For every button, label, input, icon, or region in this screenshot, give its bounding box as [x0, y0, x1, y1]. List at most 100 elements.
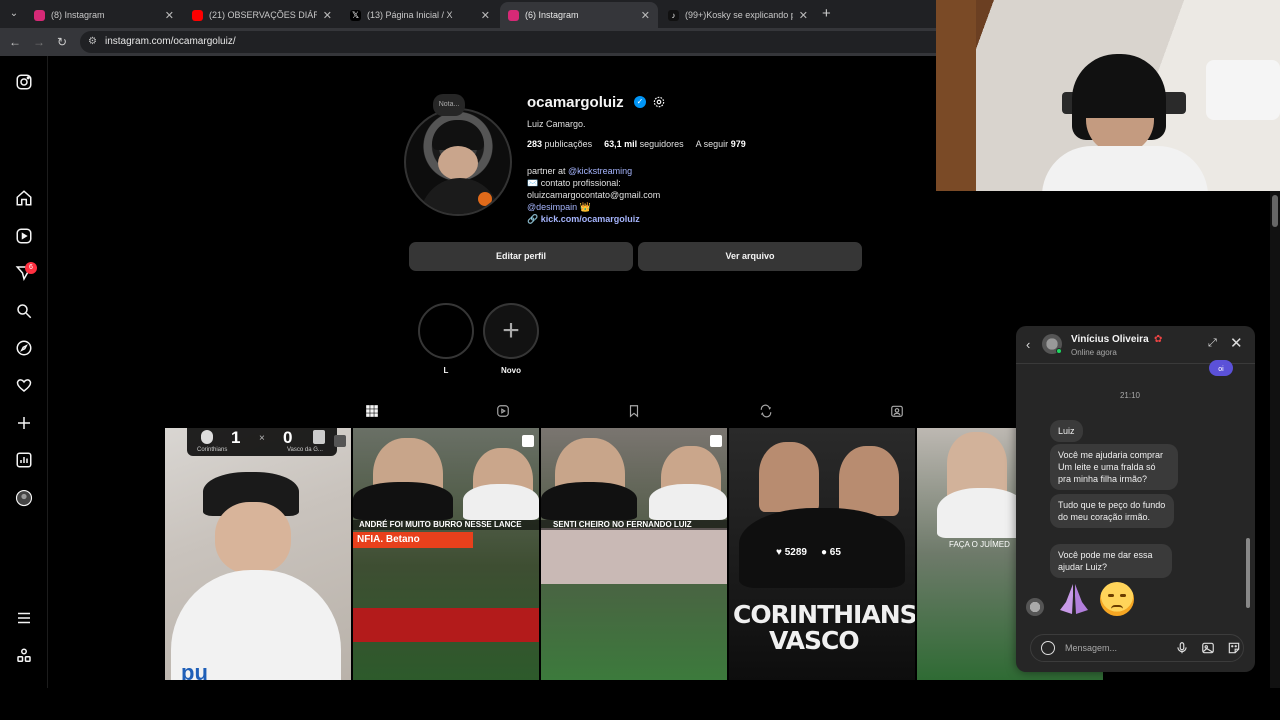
sent-message-bubble: oi	[1209, 360, 1233, 376]
following-stat[interactable]: A seguir 979	[696, 139, 746, 149]
url-field[interactable]: ⚙ instagram.com/ocamargoluiz/	[80, 31, 960, 53]
profile-full-name: Luiz Camargo.	[527, 119, 586, 129]
tab-close-icon[interactable]: ✕	[641, 9, 650, 22]
bio-kickstreaming-link[interactable]: @kickstreaming	[568, 166, 632, 176]
tab-close-icon[interactable]: ✕	[481, 9, 490, 22]
new-highlight-button[interactable]: +	[483, 303, 539, 359]
browser-tab-active[interactable]: (6) Instagram ✕	[500, 2, 658, 28]
posts-label: publicações	[544, 139, 593, 149]
received-message: Luiz	[1050, 420, 1083, 442]
tab-close-icon[interactable]: ✕	[799, 9, 808, 22]
new-tab-plus-icon[interactable]: +	[822, 5, 831, 22]
menu-hamburger-icon[interactable]	[14, 608, 34, 628]
plus-icon: +	[502, 314, 520, 347]
reload-icon[interactable]: ↻	[53, 33, 71, 51]
post-big-title-1: CORINTHIANS	[733, 600, 915, 629]
post-face-shape	[759, 442, 819, 512]
page-scrollbar-thumb[interactable]	[1272, 195, 1278, 227]
post-caption-right: SENTI CHEIRO NO FERNANDO LUIZ	[553, 520, 692, 529]
story-highlight[interactable]	[418, 303, 474, 359]
reel-badge-icon	[334, 435, 346, 447]
sticker-icon[interactable]	[1227, 641, 1241, 655]
received-message: Você pode me dar essa ajudar Luiz?	[1050, 544, 1172, 578]
emoji-eye-left	[1108, 594, 1114, 597]
received-message: Tudo que te peço do fundo do meu coração…	[1050, 494, 1174, 528]
explore-compass-icon[interactable]	[14, 338, 34, 358]
chat-contact-name[interactable]: Vinícius Oliveira	[1071, 334, 1149, 345]
tab-posts-grid[interactable]	[365, 404, 381, 420]
profile-bio: partner at @kickstreaming ✉️ contato pro…	[527, 165, 827, 225]
profile-username: ocamargoluiz	[527, 94, 624, 111]
tab-close-icon[interactable]: ✕	[323, 9, 332, 22]
bio-desimpain-link[interactable]: @desimpain	[527, 202, 577, 212]
create-plus-icon[interactable]	[14, 413, 34, 433]
browser-tab[interactable]: 𝕏 (13) Página Inicial / X ✕	[342, 2, 498, 28]
tab-search-chevron-icon[interactable]: ⌄	[4, 4, 24, 24]
x-favicon-icon: 𝕏	[350, 9, 361, 21]
avatar-badge-shape	[478, 192, 492, 206]
followers-label: seguidores	[639, 139, 684, 149]
team-away-name: Vasco da G...	[287, 447, 323, 453]
posts-count: 283	[527, 139, 543, 149]
profile-avatar[interactable]	[404, 108, 512, 216]
chat-scrollbar-thumb[interactable]	[1246, 538, 1250, 608]
post-shirt-print: pu	[181, 660, 208, 680]
edit-profile-button[interactable]: Editar perfil	[409, 242, 633, 271]
post-caption: FAÇA O JUÍMED	[949, 540, 1010, 549]
site-settings-icon[interactable]: ⚙	[88, 36, 100, 48]
bio-crown: 👑	[577, 202, 591, 212]
bio-line-desimpain: @desimpain 👑	[527, 201, 827, 213]
search-icon[interactable]	[14, 301, 34, 321]
heart-icon[interactable]	[14, 375, 34, 395]
chat-header: ‹ Vinícius Oliveira ✿ Online agora ⤢ ✕	[1016, 326, 1255, 364]
reels-icon[interactable]	[14, 226, 34, 246]
tiktok-favicon-icon: ♪	[668, 9, 679, 21]
expand-icon[interactable]: ⤢	[1208, 337, 1217, 350]
post-ad-board	[353, 608, 539, 642]
tab-tagged-icon[interactable]	[890, 404, 906, 420]
message-input[interactable]: Mensagem...	[1030, 634, 1244, 662]
view-archive-button[interactable]: Ver arquivo	[638, 242, 862, 271]
page-scrollbar[interactable]	[1270, 191, 1280, 688]
emoji-mouth	[1111, 605, 1123, 609]
emoji-picker-icon[interactable]	[1041, 641, 1055, 655]
forward-arrow-icon[interactable]: →	[30, 33, 48, 51]
received-message: Você me ajudaria comprar Um leite e uma …	[1050, 444, 1178, 490]
instagram-logo-icon[interactable]	[14, 72, 34, 92]
tab-reels-icon[interactable]	[496, 404, 512, 420]
post-shirt-shape	[541, 482, 637, 520]
settings-gear-icon[interactable]	[652, 95, 666, 109]
post-hover-stats: ♥ 5289 ● 65	[776, 547, 841, 558]
chat-scrollbar[interactable]	[1245, 368, 1251, 618]
chat-contact-status: Online agora	[1071, 348, 1117, 357]
microphone-icon[interactable]	[1175, 641, 1189, 655]
vasco-crest-icon	[313, 430, 325, 444]
profile-avatar-icon[interactable]	[14, 488, 34, 508]
tab-reposts-icon[interactable]	[759, 404, 775, 420]
browser-tab[interactable]: (8) Instagram ✕	[26, 2, 182, 28]
team-home-name: Corinthians	[197, 447, 228, 453]
tab-saved-bookmark-icon[interactable]	[627, 404, 643, 420]
post-caption-left: ANDRÉ FOI MUITO BURRO NESSE LANCE	[359, 520, 522, 529]
image-upload-icon[interactable]	[1201, 641, 1215, 655]
browser-tab[interactable]: ♪ (99+)Kosky se explicando por q ✕	[660, 2, 816, 28]
following-count: 979	[730, 139, 746, 149]
tab-close-icon[interactable]: ✕	[165, 9, 174, 22]
home-icon[interactable]	[14, 188, 34, 208]
message-input-placeholder: Mensagem...	[1065, 643, 1118, 653]
post-thumbnail[interactable]: pu	[165, 428, 351, 680]
bio-website[interactable]: 🔗 kick.com/ocamargoluiz	[527, 213, 827, 225]
close-icon[interactable]: ✕	[1230, 334, 1243, 352]
post-shirt-shape	[463, 484, 539, 520]
profile-note-bubble[interactable]: Nota...	[433, 94, 465, 116]
back-arrow-icon[interactable]: ←	[6, 33, 24, 51]
dashboard-chart-icon[interactable]	[14, 450, 34, 470]
chat-popup: ‹ Vinícius Oliveira ✿ Online agora ⤢ ✕ o…	[1016, 326, 1255, 672]
browser-tab[interactable]: (21) OBSERVAÇÕES DIÁRIAS (E ✕	[184, 2, 340, 28]
post-thumbnail[interactable]	[541, 428, 727, 680]
followers-stat[interactable]: 63,1 mil seguidores	[604, 139, 684, 149]
chevron-left-icon[interactable]: ‹	[1026, 337, 1030, 352]
threads-apps-icon[interactable]	[14, 646, 34, 666]
bio-website-link[interactable]: kick.com/ocamargoluiz	[541, 214, 640, 224]
post-thumbnail[interactable]	[353, 428, 539, 680]
